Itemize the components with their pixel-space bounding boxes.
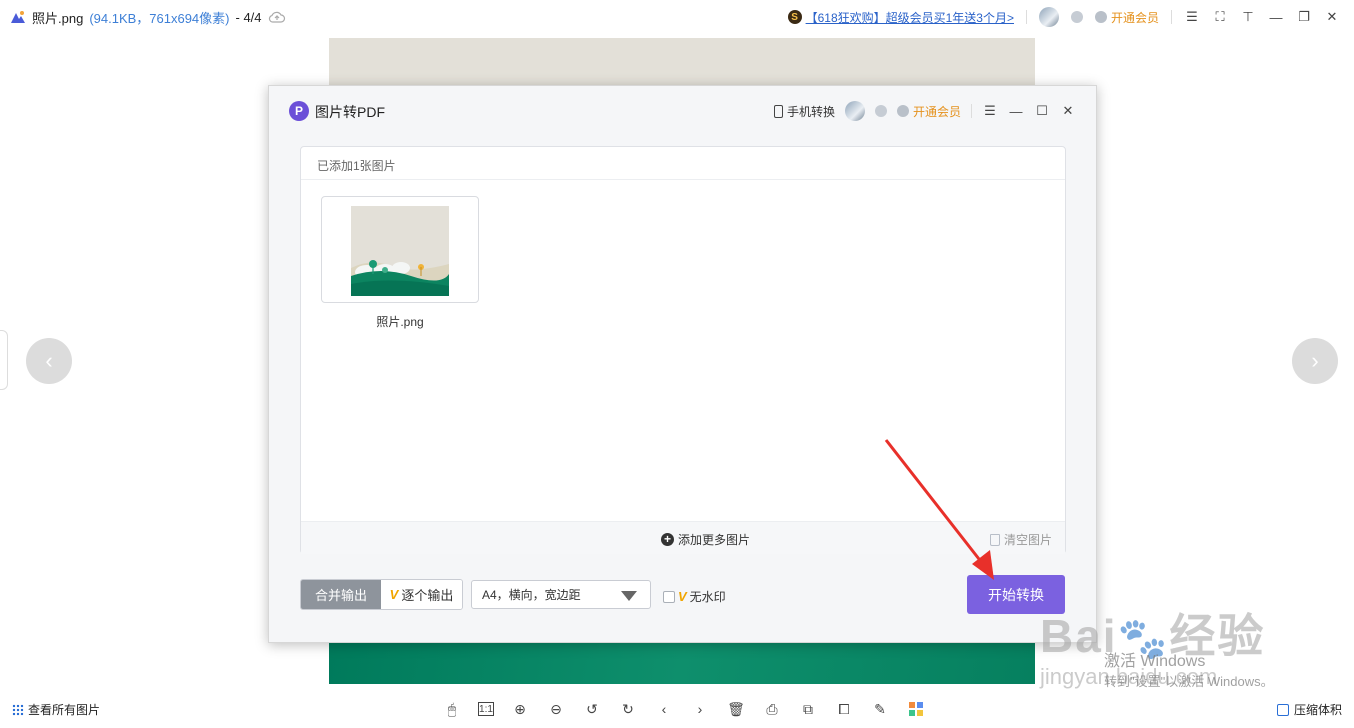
convert-icon[interactable]: ⧉: [798, 699, 818, 719]
view-all-images-button[interactable]: 查看所有图片: [12, 701, 100, 718]
grid-icon: [12, 703, 24, 716]
app-titlebar: 照片.png (94.1KB，761x694像素) - 4/4 S 【618狂欢…: [0, 0, 1354, 34]
compress-button[interactable]: 压缩体积: [1276, 701, 1342, 718]
image-thumbnail: [351, 206, 449, 296]
close-icon[interactable]: ✕: [1324, 9, 1340, 25]
vip-coin-icon: [1094, 11, 1107, 23]
pin-icon[interactable]: ⊤: [1240, 9, 1256, 25]
windows-activation-notice: 激活 Windows 转到"设置"以激活 Windows。: [1104, 652, 1274, 692]
clear-images-label: 清空图片: [1003, 533, 1052, 547]
vip-coin-icon: [896, 105, 909, 117]
divider: [301, 179, 1065, 180]
dialog-header: P 图片转PDF 手机转换 开通会员 ☰ — ☐ ✕: [269, 86, 1096, 136]
previous-icon[interactable]: ‹: [654, 699, 674, 719]
crop-icon[interactable]: ⧠: [834, 699, 854, 719]
close-icon[interactable]: ✕: [1060, 103, 1076, 119]
activation-title: 激活 Windows: [1104, 653, 1206, 670]
vip-link[interactable]: 开通会员: [1094, 9, 1159, 26]
plus-circle-icon: +: [661, 533, 674, 546]
annotation-arrow: [884, 439, 994, 580]
output-mode-toggle: 合并输出 V 逐个输出: [300, 579, 463, 610]
page-setting-select[interactable]: A4，横向，宽边距: [471, 580, 651, 609]
cloud-upload-icon[interactable]: [268, 10, 286, 24]
vip-link[interactable]: 开通会员: [896, 103, 961, 120]
vip-label: 开通会员: [1110, 10, 1159, 25]
single-output-option[interactable]: V 逐个输出: [381, 580, 462, 609]
divider: [971, 104, 972, 118]
delete-icon[interactable]: 🗑: [726, 699, 746, 719]
avatar[interactable]: [1038, 7, 1059, 27]
app-logo-icon: [11, 11, 25, 23]
dialog-title: 图片转PDF: [315, 104, 385, 120]
rotate-right-icon[interactable]: ↻: [618, 699, 638, 719]
activation-hint: 转到"设置"以激活 Windows。: [1104, 674, 1274, 689]
vip-label: 开通会员: [912, 104, 961, 119]
image-file-name: 照片.png: [376, 315, 424, 329]
avatar[interactable]: [844, 101, 865, 121]
dialog-toolbar: 手机转换 开通会员 ☰ — ☐ ✕: [773, 101, 1076, 121]
divider: [1025, 10, 1027, 24]
image-canvas-landscape: [329, 640, 1035, 684]
compress-label: 压缩体积: [1293, 703, 1342, 717]
minimize-icon[interactable]: —: [1008, 103, 1024, 119]
merge-output-option[interactable]: 合并输出: [301, 580, 381, 609]
vip-v-icon: V: [678, 589, 687, 604]
fullscreen-icon[interactable]: ⛶: [1212, 9, 1228, 25]
zoom-in-icon[interactable]: ⊕: [510, 699, 530, 719]
mouse-icon[interactable]: 🖱: [442, 699, 462, 719]
image-tools: 🖱 1:1 ⊕ ⊖ ↺ ↻ ‹ › 🗑 ⎙ ⧉ ⧠ ✎: [442, 699, 926, 719]
promo-link[interactable]: S 【618狂欢购】超级会员买1年送3个月>: [787, 9, 1014, 26]
maximize-icon[interactable]: ❐: [1296, 9, 1312, 25]
caret-down-icon: [621, 591, 637, 601]
phone-convert-button[interactable]: 手机转换: [773, 103, 835, 120]
page-setting-value: A4，横向，宽边距: [482, 588, 581, 602]
rotate-left-icon[interactable]: ↺: [582, 699, 602, 719]
menu-icon[interactable]: ☰: [1184, 9, 1200, 25]
promo-badge-icon: S: [787, 10, 802, 24]
next-image-button[interactable]: ›: [1292, 338, 1338, 384]
add-more-label: 添加更多图片: [678, 533, 751, 547]
print-icon[interactable]: ⎙: [762, 699, 782, 719]
side-panel-toggle[interactable]: [0, 330, 8, 390]
chevron-right-icon: ›: [1311, 348, 1319, 373]
chevron-left-icon: ‹: [45, 348, 53, 373]
phone-convert-label: 手机转换: [786, 104, 835, 119]
vip-v-icon: V: [389, 587, 399, 602]
file-info: 照片.png (94.1KB，761x694像素) - 4/4: [10, 0, 286, 34]
promo-text: 【618狂欢购】超级会员买1年送3个月>: [805, 10, 1014, 25]
maximize-icon[interactable]: ☐: [1034, 103, 1050, 119]
no-watermark-option[interactable]: V 无水印: [663, 588, 726, 605]
apps-icon[interactable]: [906, 699, 926, 719]
zoom-out-icon[interactable]: ⊖: [546, 699, 566, 719]
image-compress-icon: [1276, 703, 1289, 716]
phone-icon: [773, 104, 783, 118]
image-count-label: 已添加1张图片: [317, 159, 396, 173]
view-all-label: 查看所有图片: [28, 703, 101, 717]
single-output-label: 逐个输出: [401, 588, 454, 603]
bottom-toolbar: 查看所有图片 🖱 1:1 ⊕ ⊖ ↺ ↻ ‹ › 🗑 ⎙ ⧉ ⧠ ✎ 压缩体积: [0, 690, 1354, 728]
no-watermark-checkbox[interactable]: [663, 590, 675, 603]
badge-icon: [1070, 11, 1083, 23]
actual-size-button[interactable]: 1:1: [478, 702, 494, 716]
next-icon[interactable]: ›: [690, 699, 710, 719]
file-meta: (94.1KB，761x694像素): [89, 10, 230, 26]
badge-icon: [874, 105, 887, 117]
edit-icon[interactable]: ✎: [870, 699, 890, 719]
page-indicator: - 4/4: [235, 9, 262, 25]
prev-image-button[interactable]: ‹: [26, 338, 72, 384]
divider: [1171, 10, 1172, 24]
image-thumbnail-card[interactable]: [321, 196, 479, 303]
file-name: 照片.png: [32, 10, 84, 26]
no-watermark-label: 无水印: [689, 590, 726, 604]
titlebar-controls: S 【618狂欢购】超级会员买1年送3个月> 开通会员 ☰ ⛶ ⊤ — ❐ ✕: [787, 0, 1340, 34]
minimize-icon[interactable]: —: [1268, 9, 1284, 25]
pdf-logo-icon: P: [289, 101, 309, 121]
menu-icon[interactable]: ☰: [982, 103, 998, 119]
add-more-images-button[interactable]: + 添加更多图片: [661, 531, 750, 548]
